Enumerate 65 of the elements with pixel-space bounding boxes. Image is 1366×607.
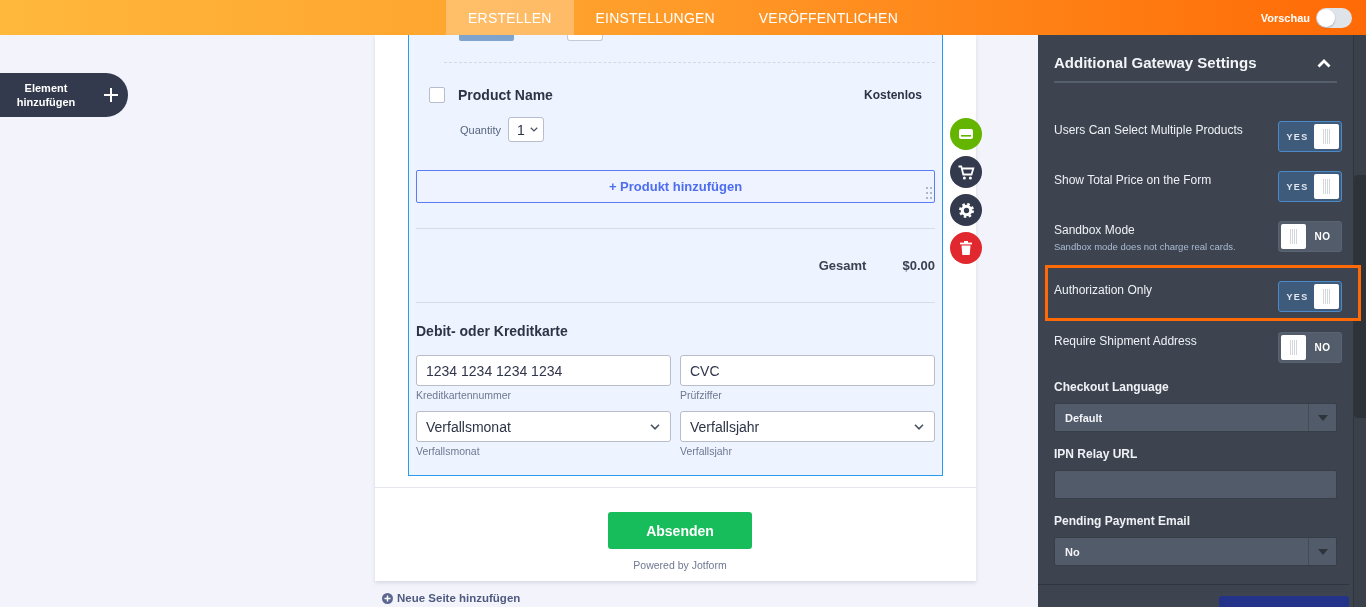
credit-card-icon xyxy=(959,129,973,139)
dropdown[interactable]: Default xyxy=(1054,403,1337,432)
field-sublabel: Verfallsjahr xyxy=(680,444,733,458)
field-sublabel: Kreditkartennummer xyxy=(416,388,513,402)
setting-label: IPN Relay URL xyxy=(1054,446,1139,462)
image-placeholder xyxy=(459,35,514,41)
select-field[interactable] xyxy=(567,35,603,41)
yes-no-toggle[interactable]: NO xyxy=(1278,332,1342,363)
settings-button[interactable] xyxy=(950,194,982,226)
setting-label: Pending Payment Email xyxy=(1054,513,1192,529)
add-page-link[interactable]: Neue Seite hinzufügen xyxy=(382,591,521,605)
setting-label: Sandbox Mode xyxy=(1054,222,1136,238)
powered-by-text: Powered by Jotform xyxy=(633,558,727,572)
toggle-thumb-icon xyxy=(1281,335,1306,360)
cvc-field[interactable]: CVC xyxy=(680,355,935,386)
field-sublabel: Prüfziffer xyxy=(680,388,723,402)
section-title: Debit- oder Kreditkarte xyxy=(416,322,569,340)
add-element-button[interactable]: Element hinzufügen xyxy=(0,73,128,117)
trash-icon xyxy=(960,241,972,255)
add-product-button[interactable]: + Produkt hinzufügen xyxy=(416,170,935,203)
toggle-thumb-icon xyxy=(1314,124,1339,149)
quantity-select[interactable]: 1 xyxy=(507,117,544,142)
setting-label: Users Can Select Multiple Products xyxy=(1054,122,1243,138)
checkbox[interactable] xyxy=(429,87,445,103)
total-label: Gesamt xyxy=(818,258,867,273)
delete-button[interactable] xyxy=(950,232,982,264)
chevron-down-icon xyxy=(650,423,660,430)
dropdown[interactable]: No xyxy=(1054,537,1337,566)
chevron-down-icon xyxy=(529,127,538,132)
yes-no-toggle[interactable]: YES xyxy=(1278,171,1342,202)
caret-down-icon xyxy=(1317,414,1328,421)
setting-label: Checkout Language xyxy=(1054,379,1170,395)
plus-circle-icon xyxy=(382,592,393,604)
plus-icon xyxy=(104,88,118,102)
total-amount: $0.00 xyxy=(902,258,935,273)
expiry-month-select[interactable]: Verfallsmonat xyxy=(416,411,671,442)
product-price: Kostenlos xyxy=(864,88,922,102)
drag-handle-icon xyxy=(926,187,932,199)
cart-button[interactable] xyxy=(950,156,982,188)
toggle-thumb-icon xyxy=(1281,224,1306,249)
card-button[interactable] xyxy=(950,118,982,150)
preview-label: Vorschau xyxy=(1260,11,1310,24)
expiry-year-select[interactable]: Verfallsjahr xyxy=(680,411,935,442)
setting-label: Authorization Only xyxy=(1054,282,1153,298)
yes-no-toggle[interactable]: YES xyxy=(1278,281,1342,312)
url-input[interactable] xyxy=(1054,470,1337,499)
toggle-thumb-icon xyxy=(1314,174,1339,199)
setting-description: Sandbox mode does not charge real cards. xyxy=(1054,241,1236,253)
cart-icon xyxy=(957,164,975,180)
toggle-thumb-icon xyxy=(1314,284,1339,309)
yes-no-toggle[interactable]: NO xyxy=(1278,221,1342,252)
preview-toggle[interactable] xyxy=(1316,7,1352,28)
toggle-knob-icon xyxy=(1317,8,1335,27)
card-number-field[interactable]: 1234 1234 1234 1234 xyxy=(416,355,671,386)
yes-no-toggle[interactable]: YES xyxy=(1278,121,1342,152)
quantity-label: Quantity xyxy=(460,123,501,136)
product-name: Product Name xyxy=(458,87,553,103)
field-sublabel: Verfallsmonat xyxy=(416,444,481,458)
caret-down-icon xyxy=(1317,548,1328,555)
chevron-down-icon xyxy=(914,423,924,430)
panel-title: Additional Gateway Settings xyxy=(1054,53,1257,73)
settings-icon xyxy=(958,202,974,218)
chevron-up-icon[interactable] xyxy=(1317,58,1331,68)
setting-label: Require Shipment Address xyxy=(1054,333,1197,349)
setting-label: Show Total Price on the Form xyxy=(1054,172,1212,188)
